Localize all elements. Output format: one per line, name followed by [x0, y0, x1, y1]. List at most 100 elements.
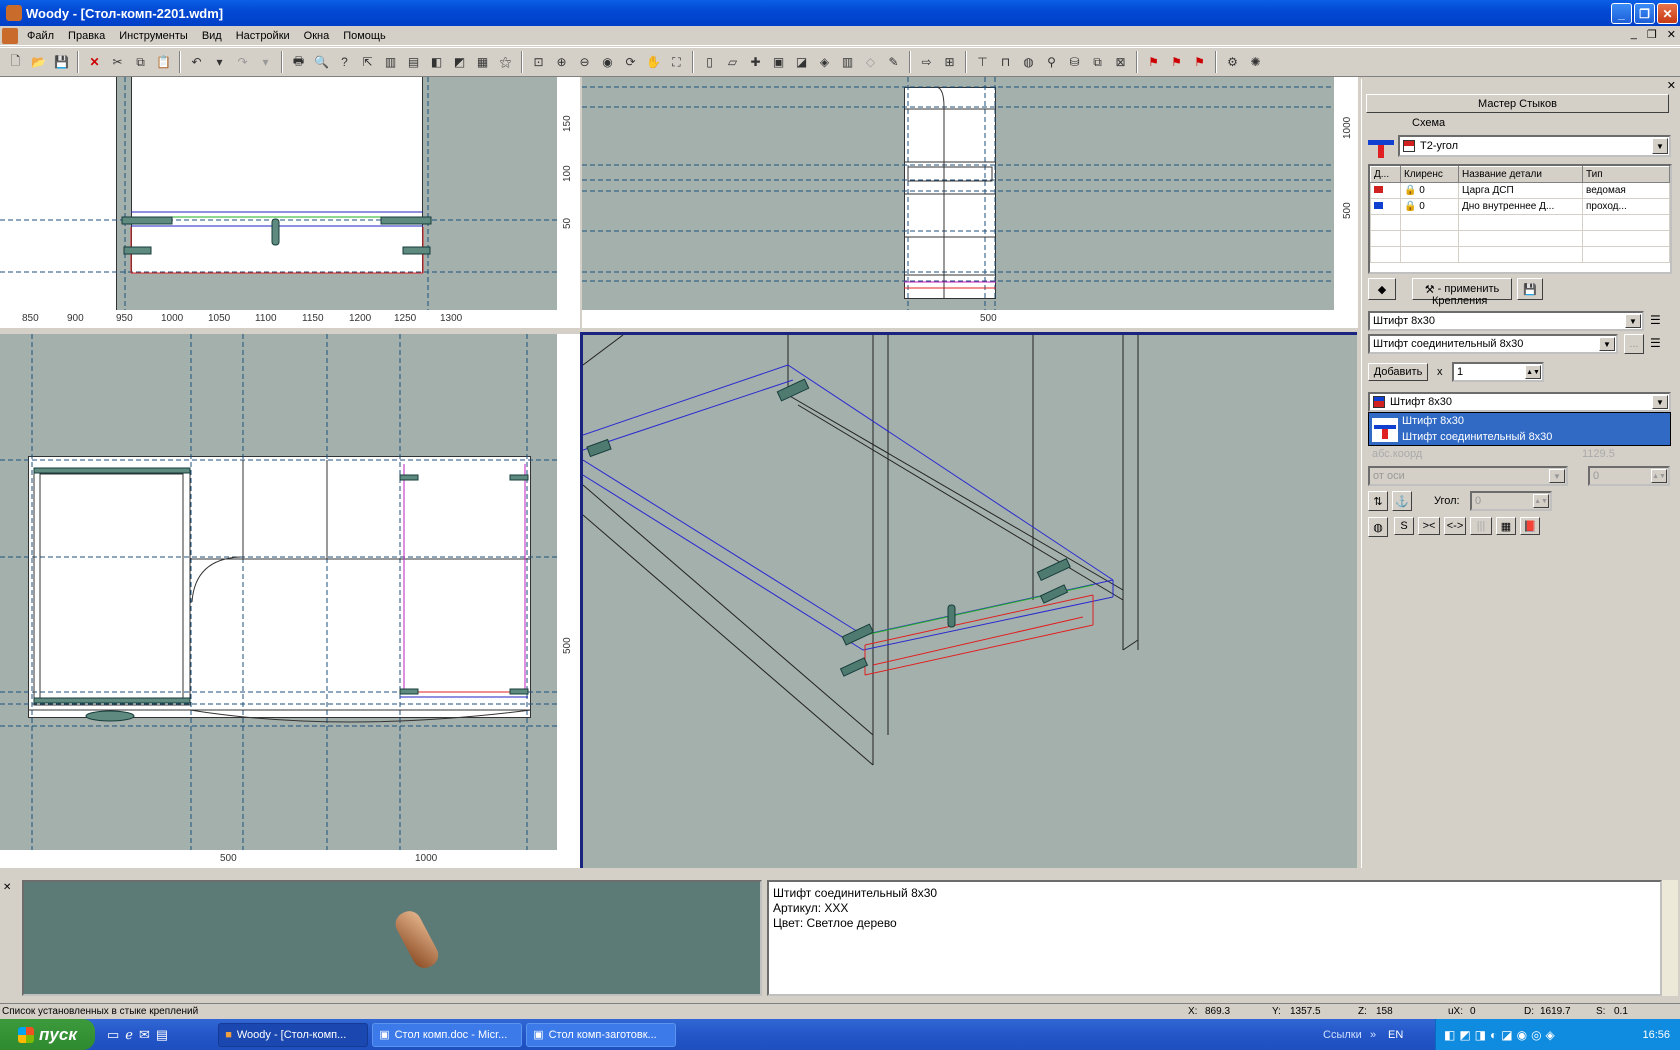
task-woody[interactable]: ■ Woody - [Стол-комп... — [218, 1022, 369, 1047]
eye-icon[interactable]: ◉ — [598, 52, 618, 72]
list-icon[interactable]: ☰ — [1650, 336, 1661, 350]
task-word-1[interactable]: ▣ Стол комп.doc - Micr... — [372, 1022, 523, 1047]
schema-select[interactable]: Т2-угол ▼ — [1398, 135, 1671, 157]
shelf-icon[interactable]: ▱ — [723, 52, 743, 72]
offset-stepper[interactable]: 0 ▲▼ — [1588, 466, 1670, 486]
chevron-down-icon[interactable]: ▼ — [1652, 395, 1668, 409]
globe-button[interactable]: ◍ — [1368, 517, 1388, 537]
info-scrollbar[interactable] — [1662, 880, 1678, 996]
list-icon[interactable]: ☰ — [1650, 313, 1661, 327]
help-icon[interactable]: ? — [335, 52, 355, 72]
save-joint-button[interactable]: 💾 — [1517, 278, 1543, 300]
converge-button[interactable]: >< — [1418, 517, 1440, 535]
links-chevron-icon[interactable]: » — [1370, 1029, 1376, 1041]
browse-button[interactable]: ... — [1624, 334, 1644, 354]
copy-icon[interactable]: ⧉ — [131, 52, 151, 72]
table-row[interactable]: 🔒 0 Царга ДСП ведомая — [1370, 182, 1670, 199]
tool-b-icon[interactable]: ▤ — [404, 52, 424, 72]
tool-c-icon[interactable]: ◧ — [427, 52, 447, 72]
angle-stepper[interactable]: 0 ▲▼ — [1470, 491, 1552, 511]
zoom-out-icon[interactable]: ⊖ — [575, 52, 595, 72]
panel-title-button[interactable]: Мастер Стыков — [1366, 94, 1669, 113]
frame-icon[interactable]: ⊠ — [1111, 52, 1131, 72]
fastener-dropdown-list[interactable]: Штифт 8х30 Штифт соединительный 8х30 — [1368, 412, 1671, 446]
light-icon[interactable]: ✺ — [1246, 52, 1266, 72]
material-icon[interactable]: ◍ — [1019, 52, 1039, 72]
ie-icon[interactable]: ℯ — [125, 1027, 133, 1043]
column-header[interactable]: Клиренс — [1400, 166, 1459, 183]
doc-icon[interactable] — [2, 27, 18, 44]
column-header[interactable]: Тип — [1582, 166, 1670, 183]
chevron-down-icon[interactable]: ▼ — [1549, 469, 1565, 483]
chevron-down-icon[interactable]: ▼ — [1599, 337, 1615, 351]
column-header[interactable]: Название детали — [1458, 166, 1583, 183]
desktop-icon[interactable]: ▭ — [107, 1027, 119, 1043]
paste-icon[interactable]: 📋 — [154, 52, 174, 72]
menu-windows[interactable]: Окна — [297, 30, 337, 42]
links-label[interactable]: Ссылки — [1323, 1029, 1362, 1041]
spin-icon[interactable]: ▲▼ — [1533, 494, 1549, 508]
rotate-icon[interactable]: ⟳ — [621, 52, 641, 72]
open-icon[interactable]: 📂 — [29, 52, 49, 72]
installed-fastener-select[interactable]: Штифт 8х30 ▼ — [1368, 392, 1671, 412]
menu-settings[interactable]: Настройки — [229, 30, 297, 42]
drawer-icon[interactable]: ▥ — [838, 52, 858, 72]
undo-icon[interactable]: ↶ — [187, 52, 207, 72]
cube-icon[interactable]: ◇ — [861, 52, 881, 72]
table-button[interactable]: ▦ — [1496, 517, 1516, 535]
mark-b-icon[interactable]: ⚑ — [1167, 52, 1187, 72]
quantity-stepper[interactable]: 1 ▲▼ — [1452, 362, 1544, 382]
pin-icon[interactable]: ⚲ — [1042, 52, 1062, 72]
column-header[interactable]: Д... — [1370, 166, 1401, 183]
eraser-button[interactable]: ◆ — [1368, 278, 1396, 300]
joint-icon[interactable]: ⊤ — [973, 52, 993, 72]
tool-a-icon[interactable]: ▥ — [381, 52, 401, 72]
start-button[interactable]: пуск — [0, 1019, 95, 1050]
close-button[interactable]: ✕ — [1657, 3, 1678, 24]
mark-a-icon[interactable]: ⚑ — [1144, 52, 1164, 72]
zoom-fit-icon[interactable]: ⛶ — [667, 52, 687, 72]
zoom-in-icon[interactable]: ⊕ — [552, 52, 572, 72]
front-view[interactable] — [0, 77, 557, 310]
layers-icon[interactable]: ⧉ — [1088, 52, 1108, 72]
joint-b-icon[interactable]: ⊓ — [996, 52, 1016, 72]
tree-icon[interactable]: ⊞ — [940, 52, 960, 72]
fastener-select-1[interactable]: Штифт 8х30 ▼ — [1368, 311, 1644, 331]
wand-icon[interactable]: ⚝ — [496, 52, 516, 72]
parts-table[interactable]: Д... Клиренс Название детали Тип 🔒 0 Цар… — [1368, 164, 1672, 274]
restore-button[interactable]: ❐ — [1634, 3, 1655, 24]
close-icon[interactable]: ✕ — [3, 882, 15, 893]
explorer-icon[interactable]: ▤ — [156, 1027, 168, 1043]
chevron-down-icon[interactable]: ▼ — [1625, 314, 1641, 328]
redo-icon[interactable]: ↷ — [233, 52, 253, 72]
db-icon[interactable]: ⛁ — [1065, 52, 1085, 72]
tool-e-icon[interactable]: ▦ — [473, 52, 493, 72]
mdi-restore-button[interactable]: ❐ — [1647, 28, 1657, 41]
perspective-view[interactable] — [580, 332, 1357, 868]
language-indicator[interactable]: EN — [1388, 1029, 1403, 1041]
spread-button[interactable]: <-> — [1444, 517, 1466, 535]
context-help-icon[interactable]: ⇱ — [358, 52, 378, 72]
mark-c-icon[interactable]: ⚑ — [1190, 52, 1210, 72]
zoom-window-icon[interactable]: ⊡ — [529, 52, 549, 72]
spin-icon[interactable]: ▲▼ — [1651, 469, 1667, 483]
print-icon[interactable]: 🖶 — [289, 52, 309, 72]
lock-icon[interactable]: 🔒 — [1404, 201, 1416, 212]
symmetry-button[interactable]: S — [1394, 517, 1414, 535]
export-icon[interactable]: ⇨ — [917, 52, 937, 72]
settings-icon[interactable]: ⚙ — [1223, 52, 1243, 72]
back-panel-icon[interactable]: ◪ — [792, 52, 812, 72]
catalog-button[interactable]: 📕 — [1520, 517, 1540, 535]
new-icon[interactable]: 🗋 — [6, 52, 26, 72]
outlook-icon[interactable]: ✉ — [139, 1027, 150, 1043]
top-view[interactable] — [0, 334, 557, 850]
menu-edit[interactable]: Правка — [61, 30, 112, 42]
mdi-close-button[interactable]: ✕ — [1667, 28, 1676, 41]
box-icon[interactable]: ▣ — [769, 52, 789, 72]
menu-view[interactable]: Вид — [195, 30, 229, 42]
lock-icon[interactable]: 🔒 — [1404, 185, 1416, 196]
anchor-button[interactable]: ⚓ — [1392, 491, 1412, 511]
add-button[interactable]: Добавить — [1368, 363, 1428, 381]
mdi-minimize-button[interactable]: _ — [1631, 28, 1637, 41]
spin-icon[interactable]: ▲▼ — [1525, 365, 1541, 379]
